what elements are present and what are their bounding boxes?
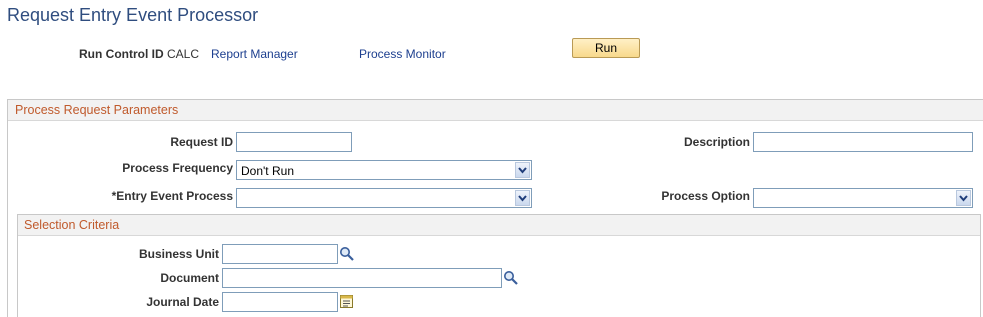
business-unit-label: Business Unit bbox=[138, 247, 219, 261]
run-control-value: CALC bbox=[167, 47, 200, 61]
journal-date-input[interactable] bbox=[222, 292, 338, 312]
section-title: Process Request Parameters bbox=[15, 103, 179, 117]
calendar-icon[interactable] bbox=[339, 293, 355, 309]
request-id-label: Request ID bbox=[170, 135, 233, 149]
process-frequency-label: Process Frequency bbox=[122, 161, 233, 175]
run-control-label: Run Control ID bbox=[79, 47, 164, 61]
section-title: Selection Criteria bbox=[24, 218, 120, 232]
journal-date-label: Journal Date bbox=[146, 295, 219, 309]
process-frequency-value: Don't Run bbox=[241, 164, 294, 178]
magnifier-icon[interactable] bbox=[503, 270, 519, 286]
chevron-down-icon[interactable] bbox=[956, 190, 971, 206]
request-id-input[interactable] bbox=[236, 132, 352, 152]
chevron-down-icon[interactable] bbox=[515, 190, 530, 206]
process-option-label: Process Option bbox=[661, 189, 750, 203]
description-label: Description bbox=[683, 135, 750, 149]
description-input[interactable] bbox=[753, 132, 973, 152]
entry-event-process-select[interactable] bbox=[236, 188, 532, 208]
process-option-select[interactable] bbox=[753, 188, 973, 208]
section-header: Selection Criteria bbox=[18, 215, 980, 236]
run-button[interactable]: Run bbox=[572, 38, 640, 58]
document-input[interactable] bbox=[222, 268, 502, 288]
report-manager-link[interactable]: Report Manager bbox=[211, 47, 298, 61]
section-header: Process Request Parameters bbox=[8, 100, 983, 121]
process-frequency-select[interactable]: Don't Run bbox=[236, 160, 532, 180]
business-unit-input[interactable] bbox=[222, 244, 338, 264]
process-monitor-link[interactable]: Process Monitor bbox=[359, 47, 446, 61]
magnifier-icon[interactable] bbox=[339, 246, 355, 262]
chevron-down-icon[interactable] bbox=[515, 162, 530, 178]
document-label: Document bbox=[160, 271, 219, 285]
entry-event-process-label: *Entry Event Process bbox=[111, 189, 233, 203]
page-title: Request Entry Event Processor bbox=[7, 5, 259, 25]
